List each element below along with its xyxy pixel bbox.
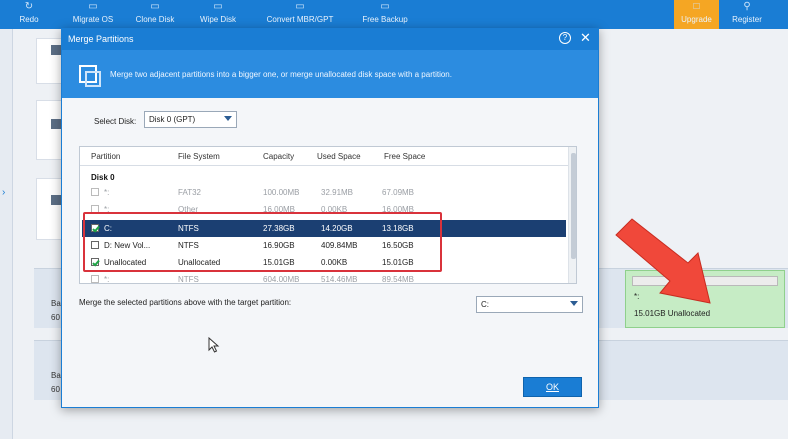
backup-icon: ▭ [380, 1, 390, 12]
toolbar-upgrade-button[interactable]: □ Upgrade [674, 0, 719, 29]
column-header-capacity[interactable]: Capacity [263, 152, 294, 161]
cell-used: 514.46MB [321, 275, 358, 284]
toolbar-register-button[interactable]: ⚲ Register [726, 0, 768, 29]
cell-capacity: 100.00MB [263, 188, 300, 197]
migrate-os-icon: ▭ [88, 1, 98, 12]
cell-free: 67.09MB [382, 188, 415, 197]
left-panel: › [0, 29, 13, 439]
key-icon: ⚲ [743, 1, 751, 12]
column-header-used-space[interactable]: Used Space [317, 152, 361, 161]
column-header-file-system[interactable]: File System [178, 152, 220, 161]
disk-icon [51, 195, 61, 205]
disk-group-label: Disk 0 [91, 173, 115, 182]
merge-icon [79, 65, 101, 87]
ok-button[interactable]: OK [523, 377, 582, 397]
table-row[interactable]: *: FAT32 100.00MB 32.91MB 67.09MB [82, 184, 566, 201]
cell-fs: NTFS [178, 275, 199, 284]
red-arrow-icon [615, 218, 711, 304]
cell-fs: FAT32 [178, 188, 201, 197]
redo-icon: ↻ [24, 1, 34, 12]
disk-icon [51, 45, 61, 55]
expand-arrow-icon[interactable]: › [2, 187, 5, 198]
cell-partition: *: [104, 275, 110, 284]
toolbar-wipe-disk-button[interactable]: ▭ Wipe Disk [194, 0, 242, 29]
toolbar-convert-button[interactable]: ▭ Convert MBR/GPT [262, 0, 338, 29]
chevron-down-icon [224, 116, 232, 121]
table-row[interactable]: *: NTFS 604.00MB 514.46MB 89.54MB [82, 271, 566, 284]
cell-partition: *: [104, 188, 110, 197]
cell-free: 89.54MB [382, 275, 415, 284]
toolbar-redo-button[interactable]: ↻ Redo [12, 0, 46, 29]
dialog-title-bar[interactable]: Merge Partitions ? ✕ [62, 29, 598, 50]
help-icon[interactable]: ? [559, 32, 571, 44]
header-divider [80, 165, 568, 166]
select-disk-dropdown[interactable]: Disk 0 (GPT) [144, 111, 237, 128]
table-scrollbar[interactable] [568, 147, 576, 283]
wipe-disk-icon: ▭ [213, 1, 223, 12]
toolbar-free-backup-button[interactable]: ▭ Free Backup [356, 0, 414, 29]
cell-used: 32.91MB [321, 188, 354, 197]
select-disk-label: Select Disk: [94, 117, 137, 126]
upgrade-icon: □ [693, 1, 700, 12]
close-icon[interactable]: ✕ [580, 30, 591, 46]
banner-description: Merge two adjacent partitions into a big… [110, 70, 452, 79]
merge-target-label: Merge the selected partitions above with… [79, 298, 292, 307]
toolbar-migrate-os-button[interactable]: ▭ Migrate OS [64, 0, 122, 29]
red-highlight-box [83, 212, 442, 272]
dialog-banner: Merge two adjacent partitions into a big… [62, 50, 598, 98]
main-toolbar: ↻ Redo ▭ Migrate OS ▭ Clone Disk ▭ Wipe … [0, 0, 788, 29]
windows-icon [51, 119, 61, 129]
row-checkbox[interactable] [91, 188, 99, 196]
scrollbar-thumb[interactable] [571, 153, 576, 259]
row-checkbox[interactable] [91, 275, 99, 283]
dialog-title: Merge Partitions [68, 34, 134, 44]
convert-icon: ▭ [295, 1, 305, 12]
chevron-down-icon [570, 301, 578, 306]
clone-disk-icon: ▭ [150, 1, 160, 12]
column-header-partition[interactable]: Partition [91, 152, 120, 161]
mouse-cursor-icon [208, 337, 220, 353]
column-header-free-space[interactable]: Free Space [384, 152, 425, 161]
toolbar-clone-disk-button[interactable]: ▭ Clone Disk [132, 0, 178, 29]
target-partition-dropdown[interactable]: C: [476, 296, 583, 313]
cell-capacity: 604.00MB [263, 275, 300, 284]
